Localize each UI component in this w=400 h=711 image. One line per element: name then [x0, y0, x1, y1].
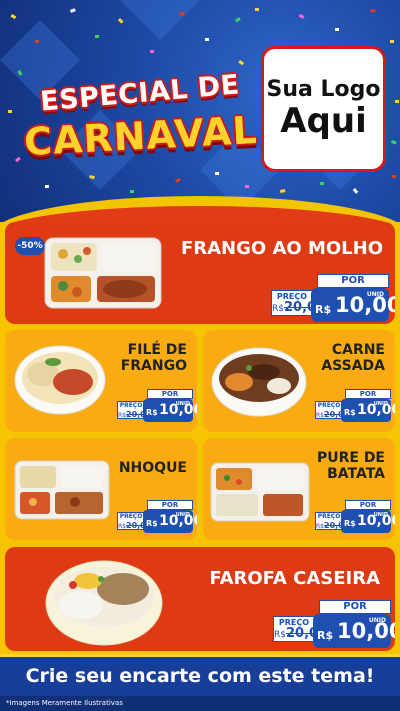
product-name-line1: FILÉ DE: [127, 342, 187, 358]
por-label: POR: [319, 600, 391, 614]
preco-label: PREÇO: [317, 402, 341, 409]
food-tray-image: [14, 460, 110, 520]
product-name-line1: PURE DE: [316, 450, 385, 466]
product-card-pure-de-batata[interactable]: PURE DE BATATA POR PREÇO R$20,00 R$ 10,0…: [203, 438, 395, 540]
logo-placeholder: Sua Logo Aqui: [261, 46, 386, 172]
new-price-box: R$ 10,00 UNID: [341, 510, 395, 533]
discount-badge: -50%: [15, 237, 45, 255]
footer-disclaimer: *Imagens Meramente Ilustrativas: [0, 696, 400, 711]
old-currency: R$: [272, 304, 284, 314]
unit-label: UNID: [366, 291, 384, 298]
product-name-line2: ASSADA: [321, 358, 385, 375]
hero-banner: ESPECIAL DE CARNAVAL Sua Logo Aqui: [0, 0, 400, 225]
food-bowl-image: [45, 560, 163, 646]
por-label: POR: [345, 500, 391, 510]
preco-label: PREÇO: [119, 402, 143, 409]
preco-label: PREÇO: [119, 513, 143, 520]
price-tag: POR PREÇO R$20,00 R$ 10,00 UNID: [117, 500, 197, 534]
old-price-box: PREÇO R$20,00: [315, 512, 349, 530]
unit-label: UNID: [368, 617, 386, 624]
product-name: NHOQUE: [118, 460, 187, 476]
food-bowl-image: [14, 345, 106, 415]
old-price-box: PREÇO R$20,00: [271, 290, 325, 316]
product-name-line2: FRANGO: [120, 358, 187, 375]
preco-label: PREÇO: [317, 513, 341, 520]
product-name: CARNE ASSADA: [321, 342, 385, 374]
price-tag: POR PREÇO R$20,00 R$ 10,00 UNID: [273, 600, 395, 650]
por-label: POR: [317, 274, 389, 288]
old-currency: R$: [316, 523, 324, 530]
por-label: POR: [345, 389, 391, 399]
new-price-box: R$ 10,00 UNID: [143, 399, 197, 422]
currency: R$: [317, 629, 334, 642]
product-card-nhoque[interactable]: NHOQUE POR PREÇO R$20,00 R$ 10,00 UNID: [5, 438, 197, 540]
new-price-box: R$ 10,00 UNID: [311, 288, 395, 322]
old-currency: R$: [316, 412, 324, 419]
product-name: PURE DE BATATA: [317, 450, 385, 482]
old-price-box: PREÇO R$20,00: [315, 401, 349, 419]
price-tag: POR PREÇO R$20,00 R$ 10,00 UNID: [271, 274, 395, 324]
old-currency: R$: [118, 412, 126, 419]
new-price-box: R$ 10,00 UNID: [341, 399, 395, 422]
old-price-box: PREÇO R$20,00: [117, 512, 151, 530]
currency: R$: [344, 519, 356, 528]
product-card-farofa-caseira[interactable]: FAROFA CASEIRA POR PREÇO R$20,00 R$ 10,0…: [5, 547, 395, 651]
product-card-file-de-frango[interactable]: FILÉ DE FRANGO POR PREÇO R$20,00 R$ 10,0…: [5, 330, 197, 432]
product-name: FILÉ DE FRANGO: [121, 342, 187, 374]
currency: R$: [315, 303, 332, 316]
product-name-line1: CARNE: [331, 342, 385, 358]
new-price: 10,00: [337, 619, 395, 643]
product-name: FAROFA CASEIRA: [209, 568, 380, 589]
cta-banner[interactable]: Crie seu encarte com este tema!: [0, 654, 400, 696]
unit-label: UNID: [175, 401, 190, 407]
price-tag: POR PREÇO R$20,00 R$ 10,00 UNID: [117, 389, 197, 423]
por-label: POR: [147, 389, 193, 399]
food-tray-image: [210, 462, 310, 522]
product-card-frango-ao-molho[interactable]: -50% FRANGO AO MOLHO POR PREÇO R$20,00 R…: [5, 222, 395, 324]
new-price-box: R$ 10,00 UNID: [143, 510, 197, 533]
price-tag: POR PREÇO R$20,00 R$ 10,00 UNID: [315, 500, 395, 534]
product-name-line2: BATATA: [327, 466, 385, 483]
logo-line2: Aqui: [280, 101, 367, 141]
old-currency: R$: [118, 523, 126, 530]
logo-line1: Sua Logo: [266, 77, 381, 102]
por-label: POR: [147, 500, 193, 510]
old-currency: R$: [274, 630, 286, 640]
food-tray-image: [44, 237, 162, 309]
product-name: FRANGO AO MOLHO: [180, 238, 383, 259]
new-price: 10,00: [335, 293, 395, 317]
price-tag: POR PREÇO R$20,00 R$ 10,00 UNID: [315, 389, 395, 423]
old-price-box: PREÇO R$20,00: [117, 401, 151, 419]
new-price-box: R$ 10,00 UNID: [313, 614, 395, 648]
product-card-carne-assada[interactable]: CARNE ASSADA POR PREÇO R$20,00 R$ 10,00 …: [203, 330, 395, 432]
currency: R$: [344, 408, 356, 417]
unit-label: UNID: [373, 401, 388, 407]
currency: R$: [146, 408, 158, 417]
currency: R$: [146, 519, 158, 528]
food-bowl-image: [211, 347, 307, 417]
old-price-box: PREÇO R$20,00: [273, 616, 327, 642]
unit-label: UNID: [175, 512, 190, 518]
unit-label: UNID: [373, 512, 388, 518]
